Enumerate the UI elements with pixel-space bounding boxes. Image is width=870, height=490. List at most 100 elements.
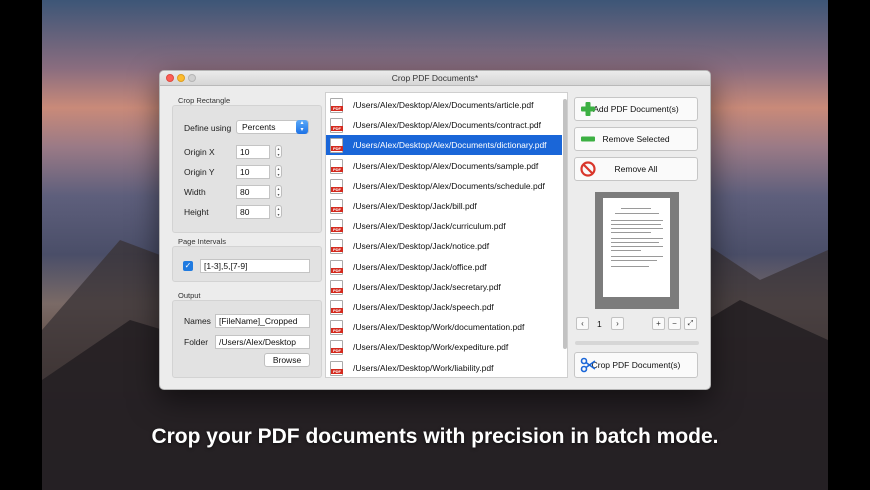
close-window-button[interactable]	[166, 74, 174, 82]
width-field[interactable]: 80	[236, 185, 270, 199]
width-stepper[interactable]: ▴ ▾	[275, 185, 282, 198]
pdf-file-icon	[330, 178, 343, 194]
add-documents-label: Add PDF Document(s)	[593, 104, 679, 114]
page-intervals-checkbox[interactable]: ✓	[183, 261, 193, 271]
prohibited-icon	[580, 161, 596, 177]
pdf-file-icon	[330, 118, 343, 134]
output-label: Output	[178, 291, 201, 300]
scissors-icon	[580, 357, 596, 373]
height-label: Height	[184, 207, 209, 217]
folder-field[interactable]: /Users/Alex/Desktop	[215, 335, 310, 349]
progress-bar	[575, 341, 699, 345]
pdf-file-icon	[330, 259, 343, 275]
chevron-left-icon[interactable]: ‹	[576, 317, 589, 330]
file-path: /Users/Alex/Desktop/Jack/office.pdf	[353, 261, 487, 272]
pdf-file-icon	[330, 158, 343, 174]
promo-caption: Crop your PDF documents with precision i…	[151, 425, 719, 448]
file-list-item[interactable]: /Users/Alex/Desktop/Alex/Documents/sched…	[326, 176, 562, 196]
pdf-file-icon	[330, 340, 343, 356]
file-path: /Users/Alex/Desktop/Work/liability.pdf	[353, 362, 494, 373]
pdf-file-icon	[330, 138, 343, 154]
add-documents-button[interactable]: Add PDF Document(s)	[574, 97, 698, 121]
width-label: Width	[184, 187, 206, 197]
preview-page	[603, 198, 670, 297]
pdf-file-icon	[330, 360, 343, 376]
file-path: /Users/Alex/Desktop/Jack/bill.pdf	[353, 201, 477, 211]
file-path: /Users/Alex/Desktop/Work/documentation.p…	[353, 322, 525, 333]
fit-icon[interactable]: ⤢	[684, 317, 697, 330]
file-list-item[interactable]: /Users/Alex/Desktop/Work/documentation.p…	[326, 317, 562, 337]
crop-rectangle-group: Define using Percents ▴ ▾ Origin X 10 ▴ ▾ …	[172, 105, 322, 233]
crop-rectangle-label: Crop Rectangle	[178, 96, 231, 105]
remove-selected-label: Remove Selected	[602, 134, 670, 144]
file-list-item[interactable]: /Users/Alex/Desktop/Work/expediture.pdf	[326, 337, 562, 357]
height-field[interactable]: 80	[236, 205, 270, 219]
app-window: Crop PDF Documents* Crop Rectangle Defin…	[159, 70, 711, 390]
pdf-file-icon	[330, 300, 343, 315]
popup-arrows-icon: ▴ ▾	[296, 120, 308, 134]
zoom-in-icon[interactable]: +	[652, 317, 665, 330]
define-using-value: Percents	[242, 122, 276, 132]
file-list-item[interactable]: /Users/Alex/Desktop/Jack/notice.pdf	[326, 236, 562, 256]
origin-x-stepper[interactable]: ▴ ▾	[275, 145, 282, 158]
remove-all-label: Remove All	[614, 164, 658, 174]
file-list-item[interactable]: /Users/Alex/Desktop/Alex/Documents/artic…	[326, 95, 562, 115]
file-path: /Users/Alex/Desktop/Alex/Documents/dicti…	[353, 140, 547, 151]
file-path: /Users/Alex/Desktop/Alex/Documents/sampl…	[353, 160, 539, 171]
names-label: Names	[184, 316, 211, 326]
origin-y-field[interactable]: 10	[236, 165, 270, 179]
remove-all-button[interactable]: Remove All	[574, 157, 698, 181]
file-list-item[interactable]: /Users/Alex/Desktop/Alex/Documents/contr…	[326, 115, 562, 135]
pdf-file-icon	[330, 219, 343, 235]
pdf-file-icon	[330, 199, 343, 214]
window-title: Crop PDF Documents*	[391, 73, 479, 83]
page-intervals-group: ✓ [1-3],5,[7-9]	[172, 246, 322, 282]
file-list-item[interactable]: /Users/Alex/Desktop/Jack/speech.pdf	[326, 297, 562, 317]
page-intervals-field[interactable]: [1-3],5,[7-9]	[200, 259, 310, 273]
file-list-item[interactable]: /Users/Alex/Desktop/Alex/Documents/dicti…	[326, 135, 562, 156]
title-bar: Crop PDF Documents*	[160, 71, 710, 86]
chevron-right-icon[interactable]: ›	[611, 317, 624, 330]
file-list-item[interactable]: /Users/Alex/Desktop/Jack/curriculum.pdf	[326, 216, 562, 236]
file-list-item[interactable]: /Users/Alex/Desktop/Jack/bill.pdf	[326, 196, 562, 216]
page-preview	[595, 192, 679, 309]
zoom-window-button[interactable]	[188, 74, 196, 82]
height-stepper[interactable]: ▴ ▾	[275, 205, 282, 218]
minimize-window-button[interactable]	[177, 74, 185, 82]
file-path: /Users/Alex/Desktop/Work/expediture.pdf	[353, 342, 509, 353]
origin-x-label: Origin X	[184, 147, 215, 157]
crop-documents-label: Crop PDF Document(s)	[591, 360, 681, 370]
page-number: 1	[597, 319, 602, 329]
pdf-file-icon	[330, 239, 343, 255]
file-list-item[interactable]: /Users/Alex/Desktop/Work/liability.pdf	[326, 358, 562, 377]
file-path: /Users/Alex/Desktop/Alex/Documents/artic…	[353, 100, 534, 110]
pdf-file-icon	[330, 320, 343, 336]
file-path: /Users/Alex/Desktop/Jack/curriculum.pdf	[353, 221, 506, 232]
define-using-label: Define using	[184, 123, 232, 133]
file-path: /Users/Alex/Desktop/Jack/speech.pdf	[353, 302, 494, 312]
names-field[interactable]: [FileName]_Cropped	[215, 314, 310, 328]
file-list-item[interactable]: /Users/Alex/Desktop/Jack/secretary.pdf	[326, 277, 562, 297]
minus-icon	[581, 136, 595, 142]
output-group: Names [FileName]_Cropped Folder /Users/A…	[172, 300, 322, 378]
browse-button[interactable]: Browse	[264, 353, 310, 367]
zoom-out-icon[interactable]: −	[668, 317, 681, 330]
crop-documents-button[interactable]: Crop PDF Document(s)	[574, 352, 698, 378]
file-list-item[interactable]: /Users/Alex/Desktop/Jack/office.pdf	[326, 257, 562, 277]
origin-y-label: Origin Y	[184, 167, 215, 177]
pdf-file-icon	[330, 279, 343, 295]
file-list-scrollbar[interactable]	[563, 99, 567, 349]
page-intervals-label: Page Intervals	[178, 237, 226, 246]
define-using-popup[interactable]: Percents ▴ ▾	[236, 120, 309, 134]
file-list[interactable]: /Users/Alex/Desktop/Alex/Documents/artic…	[325, 92, 568, 378]
pdf-file-icon	[330, 98, 343, 113]
file-path: /Users/Alex/Desktop/Alex/Documents/sched…	[353, 180, 545, 191]
origin-x-field[interactable]: 10	[236, 145, 270, 159]
plus-icon	[581, 102, 595, 116]
file-path: /Users/Alex/Desktop/Jack/notice.pdf	[353, 241, 490, 252]
folder-label: Folder	[184, 337, 209, 347]
file-list-item[interactable]: /Users/Alex/Desktop/Alex/Documents/sampl…	[326, 156, 562, 176]
origin-y-stepper[interactable]: ▴ ▾	[275, 165, 282, 178]
remove-selected-button[interactable]: Remove Selected	[574, 127, 698, 151]
file-path: /Users/Alex/Desktop/Jack/secretary.pdf	[353, 281, 501, 292]
